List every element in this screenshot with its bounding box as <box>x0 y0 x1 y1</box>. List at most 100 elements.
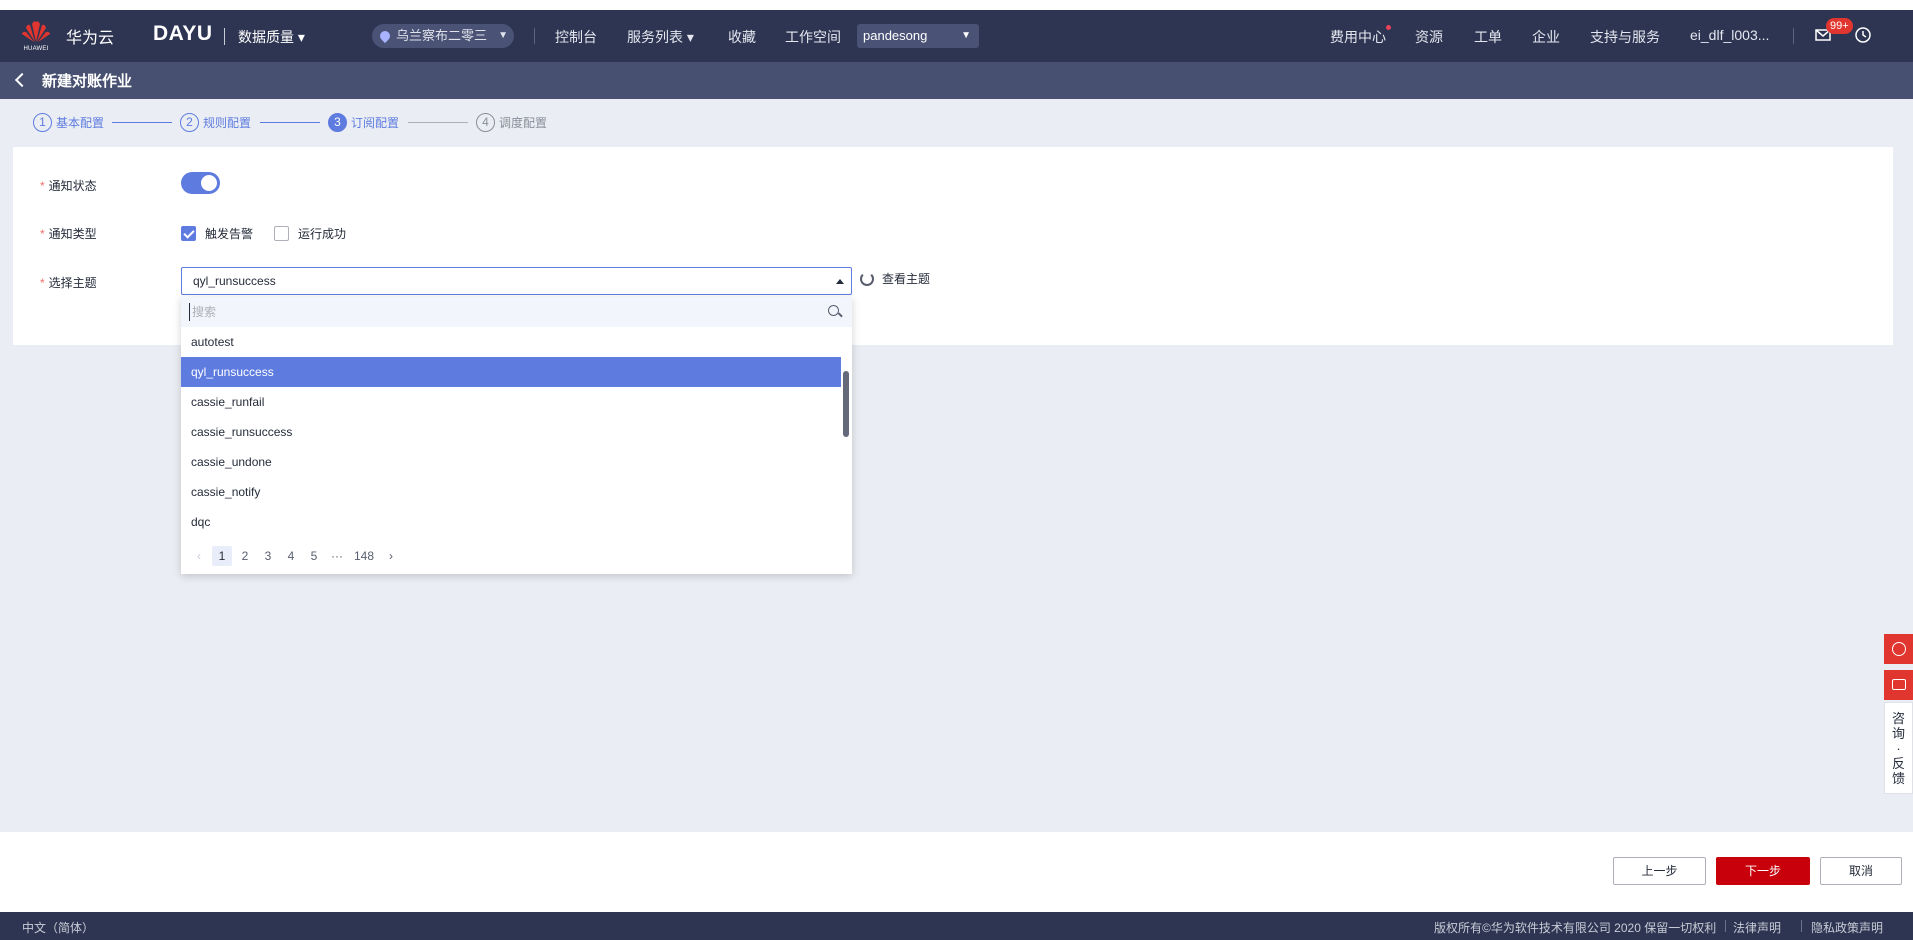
notify-status-toggle[interactable] <box>181 172 220 194</box>
view-topic-link[interactable]: 查看主题 <box>860 270 930 287</box>
message-count-badge: 99+ <box>1826 18 1853 34</box>
checkbox-trigger-alarm[interactable]: 触发告警 <box>181 225 253 242</box>
topic-select-value: qyl_runsuccess <box>193 274 276 288</box>
nav-console[interactable]: 控制台 <box>555 27 597 47</box>
divider <box>534 28 535 44</box>
dropdown-option[interactable]: cassie_runfail <box>181 387 841 417</box>
dropdown-search <box>181 297 852 327</box>
workspace-label: pandesong <box>863 28 928 43</box>
nav-tickets[interactable]: 工单 <box>1474 27 1502 47</box>
next-step-button[interactable]: 下一步 <box>1716 857 1810 885</box>
refresh-icon[interactable] <box>860 271 874 286</box>
step-label: 调度配置 <box>499 115 548 130</box>
back-arrow-icon[interactable] <box>14 72 26 88</box>
divider <box>1793 28 1794 44</box>
huawei-logo-icon <box>22 21 50 42</box>
step-number: 3 <box>328 112 347 132</box>
step-connector <box>260 122 320 123</box>
legal-link[interactable]: 法律声明 <box>1733 919 1781 936</box>
smile-icon <box>1892 642 1906 656</box>
brand-name[interactable]: 华为云 <box>66 24 114 48</box>
step-label: 规则配置 <box>203 115 252 130</box>
logo-text: HUAWEI <box>23 46 49 52</box>
location-pin-icon <box>377 28 393 44</box>
step-connector <box>408 122 468 123</box>
toggle-knob <box>201 175 217 191</box>
page-number-current[interactable]: 1 <box>212 546 232 566</box>
product-name[interactable]: DAYU <box>153 22 213 46</box>
workspace-selector[interactable]: pandesong ▼ <box>857 24 979 48</box>
step-number: 2 <box>180 112 199 132</box>
step-rule-config[interactable]: 2 规则配置 <box>180 112 251 132</box>
step-basic-config[interactable]: 1 基本配置 <box>33 112 104 132</box>
step-schedule-config[interactable]: 4 调度配置 <box>476 112 547 132</box>
chat-icon <box>1892 679 1906 690</box>
notification-dot <box>1386 25 1391 30</box>
dropdown-pagination: ‹ 1 2 3 4 5 ··· 148 › <box>181 545 852 567</box>
checkbox-checked[interactable] <box>181 226 196 241</box>
step-label: 订阅配置 <box>351 115 400 130</box>
view-topic-label: 查看主题 <box>882 272 931 286</box>
prev-page-icon[interactable]: ‹ <box>189 549 209 563</box>
step-connector <box>112 122 172 123</box>
nav-support[interactable]: 支持与服务 <box>1590 27 1660 47</box>
notify-status-label: * 通知状态 <box>40 179 97 193</box>
step-label: 基本配置 <box>56 115 105 130</box>
top-navbar: HUAWEI 华为云 DAYU 数据质量 ▾ 乌兰察布二零三 ▼ 控制台 服务列… <box>0 10 1913 62</box>
dropdown-option[interactable]: cassie_runsuccess <box>181 417 841 447</box>
nav-enterprise[interactable]: 企业 <box>1532 27 1560 47</box>
dropdown-option[interactable]: cassie_undone <box>181 447 841 477</box>
checkbox-run-success[interactable]: 运行成功 <box>274 225 346 242</box>
language-selector[interactable]: 中文（简体） <box>22 919 94 936</box>
checkbox-unchecked[interactable] <box>274 226 289 241</box>
nav-favorites[interactable]: 收藏 <box>728 27 756 47</box>
topic-label: * 选择主题 <box>40 276 97 290</box>
dropdown-option[interactable]: cassie_notify <box>181 477 841 507</box>
page-ellipsis[interactable]: ··· <box>327 549 347 563</box>
chat-float-button[interactable] <box>1884 670 1913 700</box>
cancel-button[interactable]: 取消 <box>1820 857 1902 885</box>
stepper: 1 基本配置 2 规则配置 3 订阅配置 4 调度配置 <box>0 100 1913 146</box>
copyright-text: 版权所有©华为软件技术有限公司 2020 保留一切权利 <box>1434 921 1717 935</box>
nav-billing[interactable]: 费用中心 <box>1330 27 1386 47</box>
prev-step-button[interactable]: 上一步 <box>1613 857 1706 885</box>
topic-dropdown: autotest qyl_runsuccess cassie_runfail c… <box>181 297 852 574</box>
feedback-tab[interactable]: 咨询·反馈 <box>1884 702 1913 794</box>
clock-icon[interactable] <box>1854 26 1872 44</box>
page-header: 新建对账作业 <box>0 62 1913 99</box>
page-number-last[interactable]: 148 <box>354 549 374 563</box>
dropdown-option-selected[interactable]: qyl_runsuccess <box>181 357 841 387</box>
divider <box>1725 920 1726 932</box>
nav-workspace[interactable]: 工作空间 <box>785 27 841 47</box>
privacy-link[interactable]: 隐私政策声明 <box>1811 919 1883 936</box>
dropdown-arrow-icon: ▼ <box>498 30 508 41</box>
next-page-icon[interactable]: › <box>381 549 401 563</box>
huawei-logo[interactable]: HUAWEI <box>20 18 52 56</box>
step-subscription-config[interactable]: 3 订阅配置 <box>328 112 399 132</box>
dropdown-scrollbar[interactable] <box>843 371 849 437</box>
divider <box>224 28 225 45</box>
action-bar: 上一步 下一步 取消 <box>0 832 1913 912</box>
dropdown-search-input[interactable] <box>189 303 789 321</box>
topic-select[interactable]: qyl_runsuccess <box>181 267 852 295</box>
top-strip <box>0 0 1913 10</box>
notify-type-label: * 通知类型 <box>40 227 97 241</box>
divider <box>1801 920 1802 932</box>
nav-service-list[interactable]: 服务列表 ▾ <box>627 27 694 47</box>
checkbox-label: 运行成功 <box>298 227 347 241</box>
caret-up-icon <box>836 279 844 284</box>
nav-resources[interactable]: 资源 <box>1415 27 1443 47</box>
dropdown-arrow-icon: ▼ <box>961 30 971 41</box>
page-number[interactable]: 2 <box>235 549 255 563</box>
user-account[interactable]: ei_dlf_l003... <box>1690 27 1769 43</box>
smile-float-button[interactable] <box>1884 634 1913 664</box>
page-number[interactable]: 4 <box>281 549 301 563</box>
page-number[interactable]: 3 <box>258 549 278 563</box>
dropdown-option[interactable]: autotest <box>181 327 841 357</box>
dropdown-option[interactable]: dqc <box>181 507 841 537</box>
feedback-label: 咨询·反馈 <box>1892 711 1906 786</box>
search-icon[interactable] <box>828 305 842 319</box>
page-number[interactable]: 5 <box>304 549 324 563</box>
region-selector[interactable]: 乌兰察布二零三 ▼ <box>372 24 514 48</box>
module-dropdown[interactable]: 数据质量 ▾ <box>238 27 305 47</box>
